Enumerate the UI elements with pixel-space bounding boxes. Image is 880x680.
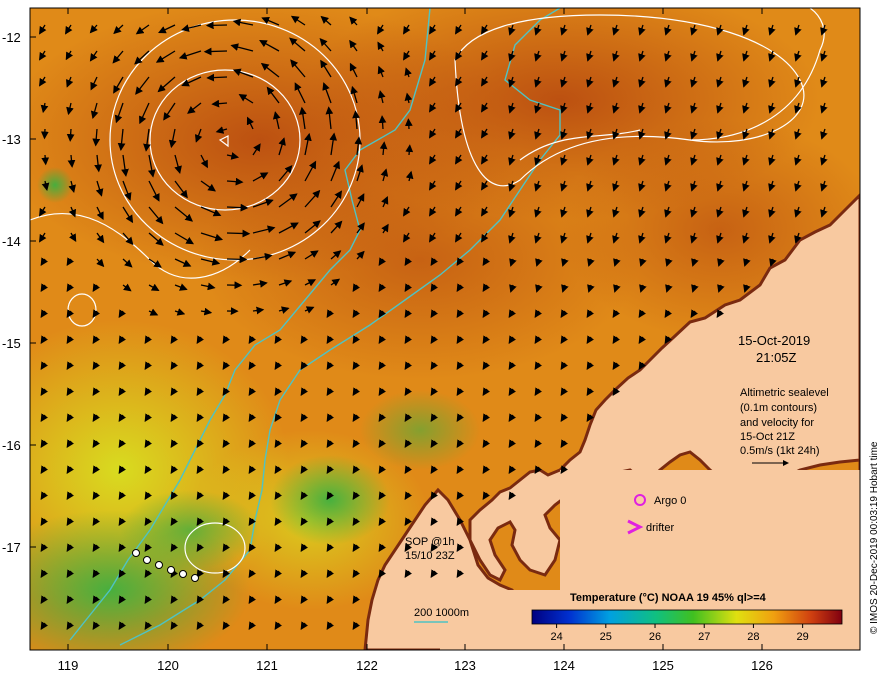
lon-label: 126 bbox=[751, 658, 773, 673]
velocity-arrow bbox=[205, 21, 228, 30]
velocity-arrow bbox=[203, 47, 228, 56]
lat-label: -13 bbox=[2, 132, 21, 147]
map-time: 21:05Z bbox=[756, 350, 797, 365]
lon-label: 125 bbox=[652, 658, 674, 673]
velocity-arrow bbox=[40, 128, 49, 140]
colorbar-title: Temperature (°C) NOAA 19 45% ql>=4 bbox=[570, 592, 767, 604]
velocity-arrow bbox=[66, 128, 75, 142]
lon-label: 121 bbox=[256, 658, 278, 673]
argo-label: Argo 0 bbox=[654, 495, 686, 507]
lon-label: 123 bbox=[454, 658, 476, 673]
lat-label: -14 bbox=[2, 234, 21, 249]
velocity-arrow bbox=[405, 144, 414, 156]
velocity-arrow bbox=[41, 154, 50, 166]
colorbar-tick-label: 28 bbox=[747, 631, 759, 643]
lat-label: -15 bbox=[2, 336, 21, 351]
velocity-arrow bbox=[206, 73, 228, 82]
drifter-label: drifter bbox=[646, 522, 674, 534]
lon-label: 119 bbox=[58, 658, 79, 673]
map-date: 15-Oct-2019 bbox=[738, 333, 810, 348]
altimetry-line: 0.5m/s (1kt 24h) bbox=[740, 445, 819, 457]
velocity-arrow bbox=[226, 203, 249, 212]
sst-map: -12 -13 -14 -15 -16 -17 119 120 121 122 … bbox=[2, 7, 880, 673]
lat-label: -16 bbox=[2, 438, 21, 453]
lon-label: 124 bbox=[553, 658, 575, 673]
colorbar-tick-label: 24 bbox=[550, 631, 562, 643]
colorbar-gradient bbox=[531, 609, 843, 625]
colorbar-tick-label: 27 bbox=[698, 631, 710, 643]
altimetry-line: Altimetric sealevel bbox=[740, 387, 829, 399]
lat-label: -12 bbox=[2, 30, 21, 45]
altimetry-line: and velocity for bbox=[740, 417, 814, 429]
lon-label: 120 bbox=[157, 658, 179, 673]
lon-label: 122 bbox=[356, 658, 378, 673]
isobath-label: 200 1000m bbox=[414, 607, 469, 619]
credit: © IMOS 20-Dec-2019 00:03:19 Hobart time bbox=[869, 441, 880, 634]
sop-label: SOP @1h bbox=[405, 536, 455, 548]
altimetry-line: (0.1m contours) bbox=[740, 402, 817, 414]
colorbar-tick-label: 25 bbox=[600, 631, 612, 643]
altimetry-line: 15-Oct 21Z bbox=[740, 431, 795, 443]
colorbar-tick-label: 29 bbox=[797, 631, 809, 643]
sop-time: 15/10 23Z bbox=[405, 550, 455, 562]
velocity-arrow bbox=[378, 115, 387, 130]
velocity-arrow bbox=[404, 118, 413, 130]
velocity-arrow bbox=[226, 255, 248, 264]
velocity-arrow bbox=[226, 229, 251, 238]
colorbar-tick-label: 26 bbox=[649, 631, 661, 643]
lat-label: -17 bbox=[2, 540, 21, 555]
